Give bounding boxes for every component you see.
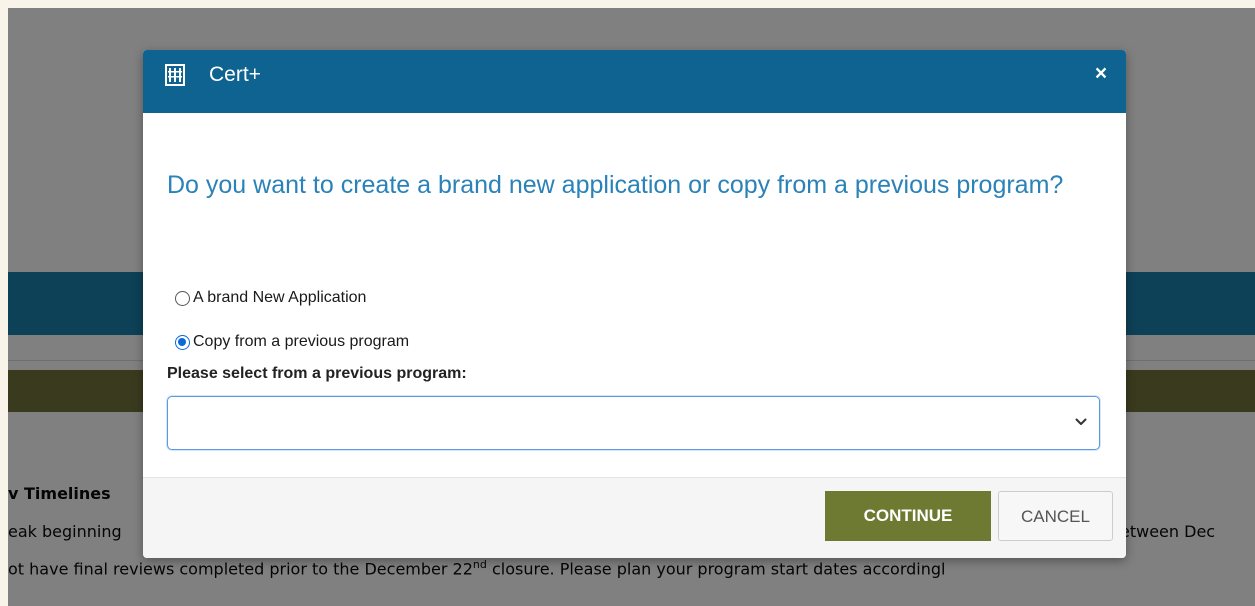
close-icon[interactable]: × (1090, 62, 1112, 86)
modal-title: Cert+ (209, 63, 261, 86)
background-text-line-2-start: ot have final reviews completed prior to… (8, 559, 473, 579)
option-new-application-label[interactable]: A brand New Application (193, 289, 366, 307)
modal-header: Cert+ × (143, 50, 1126, 113)
background-text-line-2-end: closure. Please plan your program start … (486, 559, 946, 579)
background-heading: v Timelines (8, 484, 111, 503)
background-text-line-2: ot have final reviews completed prior to… (8, 558, 945, 578)
background-text-superscript: nd (472, 558, 487, 571)
option-new-application[interactable]: A brand New Application (175, 288, 366, 308)
building-logo-icon (165, 64, 185, 86)
cancel-button[interactable]: CANCEL (998, 491, 1113, 541)
background-text-line-1-right: etween Dec (1120, 522, 1216, 541)
option-copy-previous[interactable]: Copy from a previous program (175, 332, 409, 352)
option-copy-previous-label[interactable]: Copy from a previous program (193, 333, 409, 351)
radio-copy-previous[interactable] (175, 334, 190, 350)
modal-footer: CONTINUE CANCEL (143, 477, 1126, 558)
background-text-line-1-left: eak beginning (8, 522, 122, 541)
continue-button[interactable]: CONTINUE (825, 491, 991, 541)
modal-question: Do you want to create a brand new applic… (167, 171, 1064, 199)
previous-program-select[interactable] (167, 396, 1100, 450)
select-label: Please select from a previous program: (167, 365, 467, 382)
modal-dialog: Cert+ × Do you want to create a brand ne… (143, 50, 1126, 558)
radio-new-application[interactable] (175, 290, 190, 306)
background-text-line-1: eak beginning etween Dec (8, 522, 1215, 541)
chevron-down-icon (1075, 418, 1087, 425)
